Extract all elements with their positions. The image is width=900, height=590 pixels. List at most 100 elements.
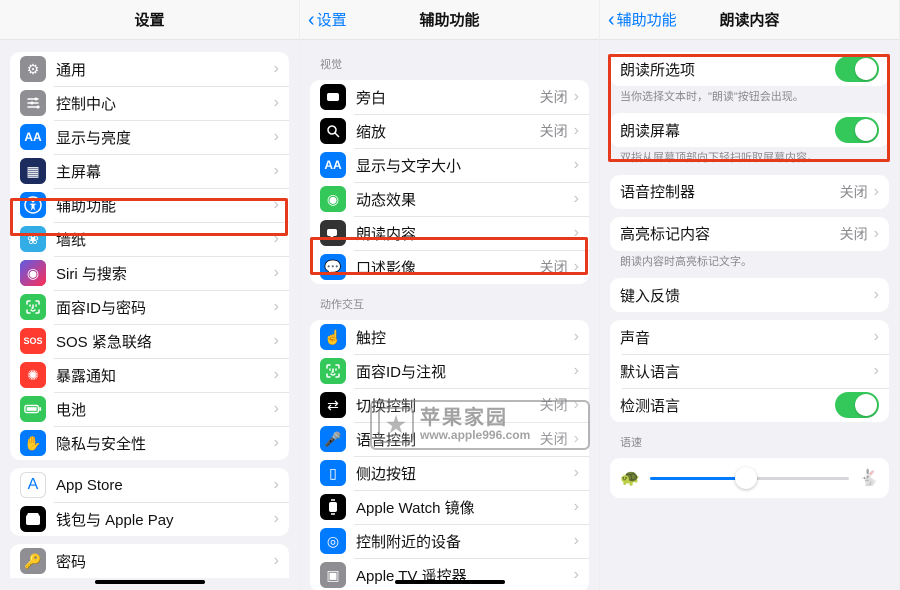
- list-item[interactable]: 声音›: [610, 320, 889, 354]
- faceid-icon: [320, 358, 346, 384]
- chevron-right-icon: ›: [274, 434, 279, 452]
- list-item[interactable]: AA显示与文字大小›: [310, 148, 589, 182]
- spoken-content-list[interactable]: 朗读所选项当你选择文本时，"朗读"按钮会出现。朗读屏幕双指从屏幕顶部向下轻扫听取…: [600, 40, 899, 590]
- list-item[interactable]: 💬口述影像关闭›: [310, 250, 589, 284]
- item-label: 显示与亮度: [56, 127, 274, 148]
- toggle-switch[interactable]: [835, 117, 879, 143]
- section-header: 语速: [620, 434, 879, 450]
- group-g2: 朗读屏幕: [610, 113, 889, 147]
- vision-group: 旁白关闭› 缩放关闭 › AA显示与文字大小›◉动态效果›朗读内容›💬口述影像关闭›: [310, 80, 589, 284]
- toggle-switch[interactable]: [835, 392, 879, 418]
- chevron-left-icon: ‹: [608, 10, 615, 30]
- item-value: 关闭: [540, 121, 568, 141]
- list-item[interactable]: ☝触控›: [310, 320, 589, 354]
- item-label: 控制附近的设备: [356, 531, 574, 552]
- gear-icon: ⚙: [20, 56, 46, 82]
- list-item[interactable]: 旁白关闭›: [310, 80, 589, 114]
- list-item[interactable]: 面容ID与注视›: [310, 354, 589, 388]
- item-label: 检测语言: [620, 395, 835, 416]
- chat-icon: 💬: [320, 254, 346, 280]
- list-item[interactable]: 高亮标记内容关闭›: [610, 217, 889, 251]
- tortoise-icon: 🐢: [620, 468, 640, 488]
- list-item[interactable]: ▦主屏幕›: [10, 154, 289, 188]
- chevron-right-icon: ›: [874, 225, 879, 243]
- chevron-right-icon: ›: [574, 190, 579, 208]
- header: ‹ 辅助功能 朗读内容: [600, 0, 899, 40]
- list-item[interactable]: 🔑密码›: [10, 544, 289, 578]
- vo-icon: [320, 84, 346, 110]
- list-item[interactable]: ✺暴露通知›: [10, 358, 289, 392]
- list-item[interactable]: ◉Siri 与搜索›: [10, 256, 289, 290]
- chevron-right-icon: ›: [274, 264, 279, 282]
- item-label: 通用: [56, 59, 274, 80]
- chevron-right-icon: ›: [274, 476, 279, 494]
- list-item[interactable]: AA 显示与亮度›: [10, 120, 289, 154]
- list-item[interactable]: ❀墙纸›: [10, 222, 289, 256]
- chevron-right-icon: ›: [274, 366, 279, 384]
- chevron-right-icon: ›: [574, 88, 579, 106]
- accessibility-list[interactable]: 视觉旁白关闭› 缩放关闭 › AA显示与文字大小›◉动态效果›朗读内容›💬口述影像关闭…: [300, 40, 599, 590]
- footnote: 朗读内容时高亮标记文字。: [620, 255, 879, 270]
- list-item[interactable]: ◎ 控制附近的设备›: [310, 524, 589, 558]
- list-item[interactable]: 朗读所选项: [610, 52, 889, 86]
- list-item[interactable]: SOSSOS 紧急联络›: [10, 324, 289, 358]
- list-item[interactable]: 面容ID与密码›: [10, 290, 289, 324]
- flower-icon: ❀: [20, 226, 46, 252]
- group-g1: 朗读所选项: [610, 52, 889, 86]
- A-icon: A: [20, 472, 46, 498]
- list-item[interactable]: 默认语言›: [610, 354, 889, 388]
- footnote: 当你选择文本时，"朗读"按钮会出现。: [620, 90, 879, 105]
- list-item[interactable]: 检测语言: [610, 388, 889, 422]
- home-indicator: [95, 580, 205, 584]
- item-value: 关闭: [840, 224, 868, 244]
- list-item[interactable]: 键入反馈›: [610, 278, 889, 312]
- back-button[interactable]: ‹ 辅助功能: [608, 9, 677, 30]
- slider-thumb[interactable]: [735, 467, 757, 489]
- faceid-icon: [20, 294, 46, 320]
- hand-icon: ✋: [20, 430, 46, 456]
- chevron-right-icon: ›: [274, 128, 279, 146]
- item-label: 动态效果: [356, 189, 574, 210]
- AA-icon: AA: [20, 124, 46, 150]
- chevron-right-icon: ›: [274, 196, 279, 214]
- list-item[interactable]: 朗读内容›: [310, 216, 589, 250]
- list-item[interactable]: 辅助功能›: [10, 188, 289, 222]
- chevron-right-icon: ›: [574, 122, 579, 140]
- list-item[interactable]: 缩放关闭 ›: [310, 114, 589, 148]
- near-icon: ◎: [320, 528, 346, 554]
- list-item[interactable]: AApp Store›: [10, 468, 289, 502]
- speed-slider[interactable]: 🐢🐇: [610, 458, 889, 498]
- list-item[interactable]: 电池›: [10, 392, 289, 426]
- back-button[interactable]: ‹ 设置: [308, 9, 347, 30]
- item-label: 缩放: [356, 121, 540, 142]
- star-icon: ★: [378, 407, 414, 443]
- list-item[interactable]: 语音控制器关闭›: [610, 175, 889, 209]
- item-label: 语音控制器: [620, 181, 840, 202]
- item-label: 主屏幕: [56, 161, 274, 182]
- section-header: 视觉: [320, 56, 579, 72]
- list-item[interactable]: 钱包与 Apple Pay›: [10, 502, 289, 536]
- key-icon: 🔑: [20, 548, 46, 574]
- list-item[interactable]: 控制中心›: [10, 86, 289, 120]
- list-item[interactable]: ◉动态效果›: [310, 182, 589, 216]
- settings-panel: 设置 ⚙通用›控制中心›AA显示与亮度›▦主屏幕›辅助功能›❀墙纸›◉Siri …: [0, 0, 300, 590]
- chevron-left-icon: ‹: [308, 10, 315, 30]
- list-item[interactable]: ✋ 隐私与安全性›: [10, 426, 289, 460]
- chevron-right-icon: ›: [274, 230, 279, 248]
- list-item[interactable]: Apple Watch 镜像›: [310, 490, 589, 524]
- AA-icon: AA: [320, 152, 346, 178]
- list-item[interactable]: 朗读屏幕: [610, 113, 889, 147]
- home-indicator: [395, 580, 505, 584]
- item-label: 隐私与安全性: [56, 433, 274, 454]
- toggle-switch[interactable]: [835, 56, 879, 82]
- item-value: 关闭: [840, 182, 868, 202]
- accessibility-panel: ‹ 设置 辅助功能 视觉旁白关闭›缩放关闭›AA显示与文字大小›◉动态效果›朗读…: [300, 0, 600, 590]
- grid-icon: ▦: [20, 158, 46, 184]
- chevron-right-icon: ›: [574, 532, 579, 550]
- list-item[interactable]: ▯侧边按钮›: [310, 456, 589, 490]
- list-item[interactable]: ⚙通用›: [10, 52, 289, 86]
- list-item[interactable]: ▣Apple TV 遥控器›: [310, 558, 589, 590]
- slider-track[interactable]: [650, 477, 849, 480]
- settings-list[interactable]: ⚙通用›控制中心›AA显示与亮度›▦主屏幕›辅助功能›❀墙纸›◉Siri 与搜索…: [0, 40, 299, 590]
- chevron-right-icon: ›: [574, 566, 579, 584]
